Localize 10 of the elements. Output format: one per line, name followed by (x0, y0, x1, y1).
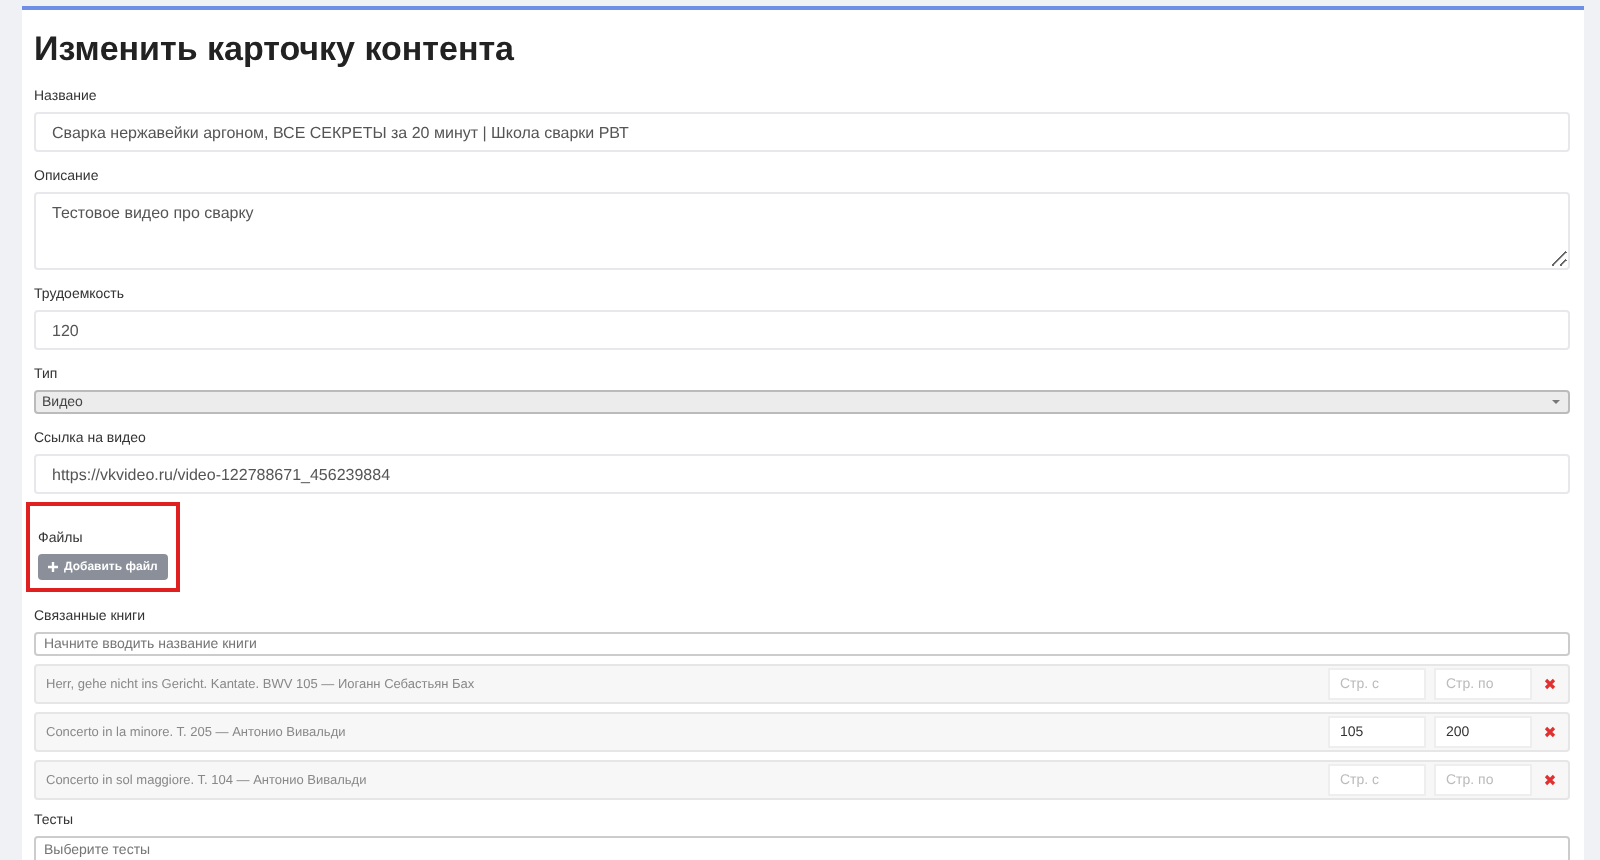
textarea-field[interactable]: Тестовое видео про сварку (34, 192, 1570, 270)
text-field[interactable]: Сварка нержавейки аргоном, ВСЕ СЕКРЕТЫ за 20 минут | Школа сварки РВТ (34, 112, 1570, 152)
plus-icon (48, 562, 58, 572)
text-field[interactable]: https://vkvideo.ru/video-122788671_456239884 (34, 454, 1570, 494)
remove-icon[interactable] (1544, 726, 1556, 738)
remove-icon[interactable] (1544, 774, 1556, 786)
caret-icon (1550, 398, 1562, 406)
remove-icon[interactable] (1544, 678, 1556, 690)
page-title: Изменить карточку контента (34, 30, 517, 70)
text-field[interactable]: 120 (34, 310, 1570, 350)
